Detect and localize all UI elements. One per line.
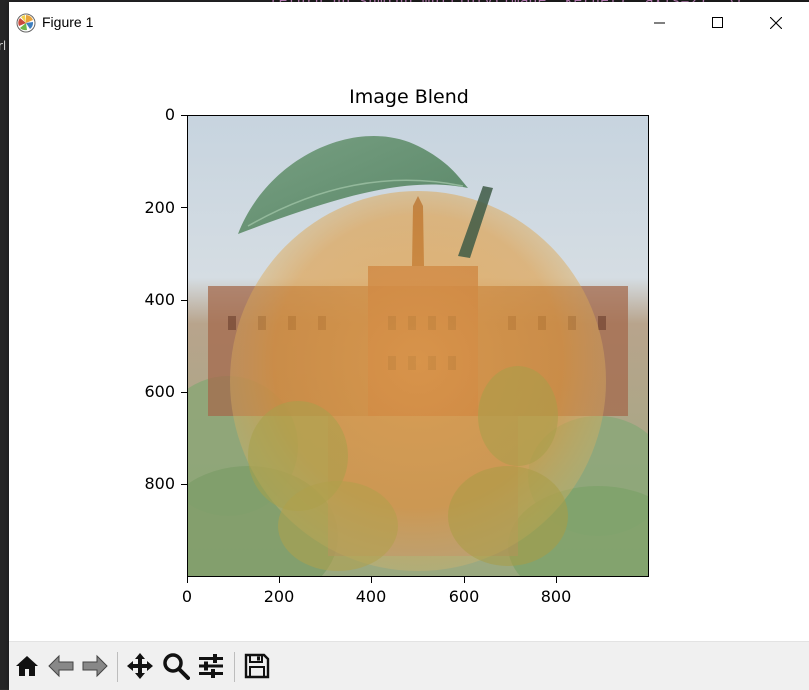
x-tick-mark xyxy=(556,577,558,583)
y-tick-mark xyxy=(181,300,187,302)
x-tick-label: 0 xyxy=(181,587,193,606)
maximize-button[interactable] xyxy=(689,2,747,44)
zoom-button[interactable] xyxy=(160,650,192,682)
home-button[interactable] xyxy=(11,650,43,682)
x-tick-mark xyxy=(371,577,373,583)
back-button[interactable] xyxy=(45,650,77,682)
y-tick-label: 800 xyxy=(144,474,175,493)
minimize-button[interactable] xyxy=(631,2,689,44)
background-strip-text: rl xyxy=(0,39,7,53)
blended-image xyxy=(188,116,648,576)
axes-image[interactable] xyxy=(187,115,649,577)
magnifier-icon xyxy=(163,653,190,680)
figure-window: Figure 1 Image Blend 0 200 400 600 800 0… xyxy=(9,2,809,690)
figure-canvas[interactable]: Image Blend 0 200 400 600 800 0 200 400 … xyxy=(9,44,809,641)
y-tick-mark xyxy=(181,115,187,117)
configure-subplots-button[interactable] xyxy=(195,650,227,682)
title-bar[interactable]: Figure 1 xyxy=(9,2,809,44)
minimize-icon xyxy=(654,22,665,24)
x-tick-label: 800 xyxy=(540,587,572,606)
move-icon xyxy=(127,653,153,679)
forward-button[interactable] xyxy=(79,650,111,682)
home-icon xyxy=(16,656,38,676)
x-tick-mark xyxy=(187,577,189,583)
plot-title: Image Blend xyxy=(349,86,469,108)
x-tick-label: 400 xyxy=(355,587,387,606)
y-tick-label: 0 xyxy=(164,105,175,124)
y-tick-mark xyxy=(181,484,187,486)
floppy-disk-icon xyxy=(244,653,270,679)
toolbar-separator xyxy=(117,652,118,682)
y-tick-mark xyxy=(181,392,187,394)
matplotlib-logo-icon xyxy=(16,13,36,33)
maximize-icon xyxy=(712,17,723,28)
x-tick-mark xyxy=(464,577,466,583)
y-tick-label: 200 xyxy=(144,198,175,217)
window-title: Figure 1 xyxy=(42,14,94,30)
x-tick-label: 600 xyxy=(448,587,480,606)
pan-button[interactable] xyxy=(124,650,156,682)
y-tick-label: 400 xyxy=(144,290,175,309)
y-tick-mark xyxy=(181,207,187,209)
back-arrow-icon xyxy=(48,654,74,678)
background-left-strip: rl xyxy=(0,0,9,689)
save-button[interactable] xyxy=(241,650,273,682)
close-icon xyxy=(770,17,782,29)
y-tick-label: 600 xyxy=(144,382,175,401)
close-button[interactable] xyxy=(747,2,805,44)
sliders-icon xyxy=(199,654,223,678)
toolbar-separator xyxy=(234,652,235,682)
x-tick-mark xyxy=(279,577,281,583)
forward-arrow-icon xyxy=(82,654,108,678)
navigation-toolbar xyxy=(9,641,809,690)
x-tick-label: 200 xyxy=(263,587,295,606)
